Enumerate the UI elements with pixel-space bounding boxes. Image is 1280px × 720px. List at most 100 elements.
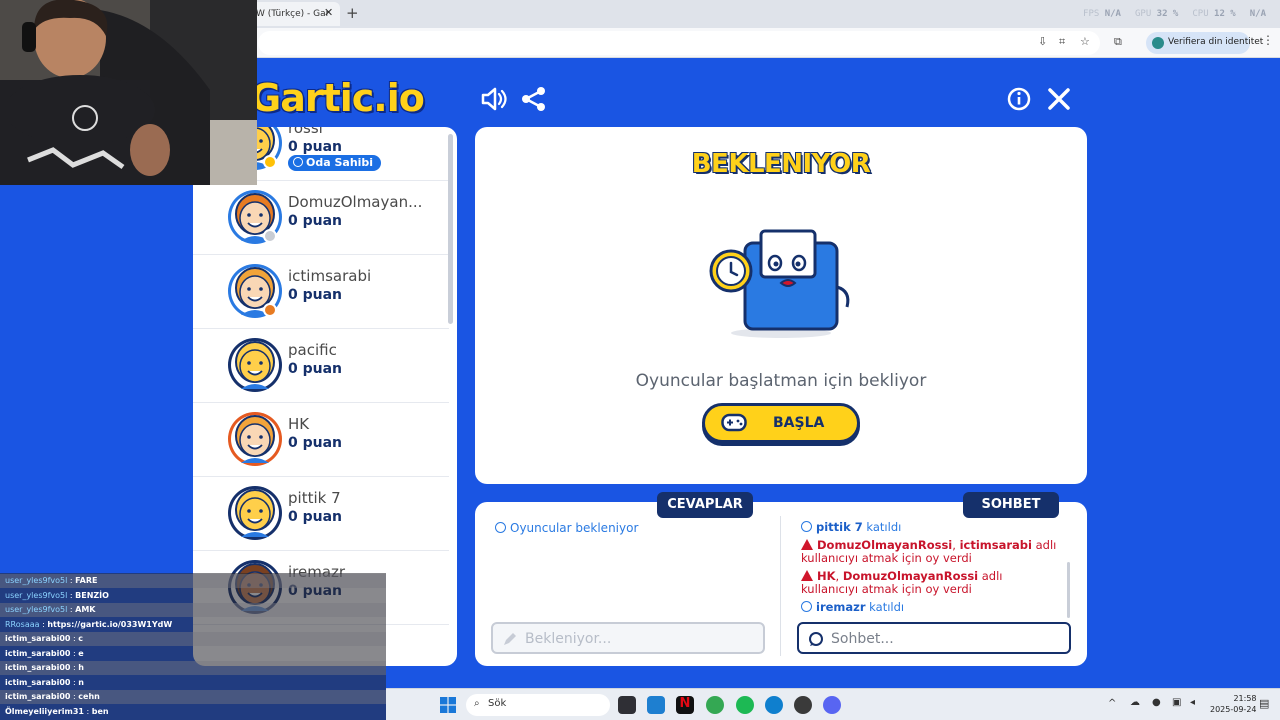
close-tab-icon[interactable]: ✕ <box>324 6 333 19</box>
discord-icon[interactable] <box>823 696 841 714</box>
network-icon[interactable]: ▣ <box>1172 697 1181 708</box>
chat-username: DomuzOlmayanRossi <box>817 538 953 552</box>
stream-chat-message: FARE <box>75 576 98 585</box>
room-owner-badge: Oda Sahibi <box>288 155 382 171</box>
streamer-webcam-image <box>0 0 257 185</box>
chat-target-username: DomuzOlmayanRossi <box>842 569 979 583</box>
player-points: 0 puan <box>288 139 343 155</box>
info-icon <box>801 521 812 532</box>
system-stat: N/A <box>1250 9 1266 19</box>
onedrive-icon[interactable]: ☁ <box>1130 697 1140 708</box>
player-row[interactable]: ictimsarabi 0 puan <box>193 255 449 329</box>
player-name: DomuzOlmayan... <box>288 193 423 211</box>
chat-scrollbar[interactable] <box>1067 562 1070 618</box>
system-stat-label: CPU <box>1192 9 1209 19</box>
answers-status-text: Oyuncular bekleniyor <box>510 521 639 535</box>
chat-message-text: katıldı <box>865 600 905 614</box>
extensions-icon[interactable]: ⧉ <box>1114 35 1122 49</box>
player-points: 0 puan <box>288 213 343 229</box>
install-app-icon[interactable]: ⇩ <box>1038 35 1047 48</box>
microphone-icon[interactable]: ● <box>1152 697 1161 708</box>
chat-messages: pittik 7 katıldı DomuzOlmayanRossi, ictim… <box>801 521 1061 619</box>
taskbar-search[interactable]: ⌕ Sök <box>466 694 610 716</box>
player-status-dot <box>263 303 277 317</box>
panel-divider <box>780 516 781 656</box>
sound-icon[interactable] <box>479 84 509 114</box>
obs-icon[interactable] <box>794 696 812 714</box>
webcam-overlay <box>0 0 257 185</box>
stream-chat-user: user_yles9fvo5l <box>5 576 68 585</box>
chat-username: pittik 7 <box>816 520 863 534</box>
system-stats-overlay: FPS N/A GPU 32 % CPU 12 % N/A <box>1083 9 1266 19</box>
stream-chat-user: ictim_sarabi00 <box>5 663 71 672</box>
taskview-icon[interactable] <box>618 696 636 714</box>
stream-chat-user: ictim_sarabi00 <box>5 634 71 643</box>
tab-chat[interactable]: SOHBET <box>963 492 1059 518</box>
player-row[interactable]: pittik 7 0 puan <box>193 477 449 551</box>
chat-username: iremazr <box>816 600 866 614</box>
system-stat-value: 12 % <box>1214 9 1236 19</box>
share-icon[interactable] <box>519 84 549 114</box>
player-points: 0 puan <box>288 435 343 451</box>
answers-status: Oyuncular bekleniyor <box>495 521 638 535</box>
verify-identity-button[interactable]: Verifiera din identitet <box>1146 32 1263 54</box>
player-row[interactable]: HK 0 puan <box>193 403 449 477</box>
player-status-dot <box>263 229 277 243</box>
player-name: pacific <box>288 341 337 359</box>
edge-icon[interactable] <box>765 696 783 714</box>
stream-chat-line: ictim_sarabi00 : cehn <box>0 690 386 704</box>
waiting-title: BEKLENIYOR <box>691 149 871 179</box>
players-scrollbar[interactable] <box>448 134 453 324</box>
stream-chat-message: c <box>78 634 84 643</box>
player-row[interactable]: DomuzOlmayan... 0 puan <box>193 181 449 255</box>
warning-icon <box>801 539 813 550</box>
translate-icon[interactable]: ⌗ <box>1059 35 1065 49</box>
store-icon[interactable] <box>647 696 665 714</box>
stream-chat-user: user_yles9fvo5l <box>5 590 68 600</box>
taskbar-clock[interactable]: 21:58 2025-09-24 <box>1210 693 1257 715</box>
netflix-icon[interactable]: N <box>676 696 694 714</box>
pencil-icon <box>504 633 516 645</box>
url-input[interactable] <box>258 31 1100 55</box>
spotify-icon[interactable] <box>736 696 754 714</box>
stream-chat-line: ictim_sarabi00 : h <box>0 661 386 675</box>
player-name: pittik 7 <box>288 489 341 507</box>
clock-time: 21:58 <box>1233 694 1257 703</box>
player-row[interactable]: pacific 0 puan <box>193 329 449 403</box>
mascot-illustration <box>709 229 850 338</box>
stream-chat-message: cehn <box>78 692 100 701</box>
close-game-icon[interactable] <box>1044 84 1074 114</box>
answers-chat-panel: CEVAPLAR SOHBET Oyuncular bekleniyor pit… <box>475 492 1087 666</box>
system-stat: FPS N/A <box>1083 9 1121 19</box>
gartic-logo: Gartic.io <box>250 76 425 120</box>
stream-chat-user: ictim_sarabi00 <box>5 648 71 658</box>
system-stat-label: FPS <box>1083 9 1100 19</box>
chat-bubble-icon <box>809 632 823 646</box>
verify-identity-label: Verifiera din identitet <box>1168 37 1264 47</box>
browser-menu-icon[interactable]: ⋮ <box>1262 33 1274 47</box>
player-points: 0 puan <box>288 287 343 303</box>
start-game-button[interactable]: BAŞLA <box>702 403 860 443</box>
chat-username: HK <box>817 569 836 583</box>
gamepad-icon <box>721 413 747 432</box>
info-icon[interactable] <box>1004 84 1034 114</box>
chat-message: pittik 7 katıldı <box>801 521 1061 534</box>
info-icon <box>495 522 506 533</box>
stream-chat-message: ben <box>91 706 109 716</box>
tab-answers[interactable]: CEVAPLAR <box>657 492 753 518</box>
chrome-icon[interactable] <box>706 696 724 714</box>
stream-chat-line: ictim_sarabi00 : n <box>5 677 84 687</box>
start-button-label: BAŞLA <box>773 415 825 431</box>
chat-message: HK, DomuzOlmayanRossi adlı kullanıcıyı a… <box>801 569 1003 596</box>
tab-title: W (Türkçe) - Gar <box>256 9 330 19</box>
notification-icon[interactable]: ▤ <box>1259 697 1269 710</box>
chat-input[interactable]: Sohbet... <box>797 622 1071 654</box>
tray-chevron-icon[interactable]: ^ <box>1108 698 1116 709</box>
search-icon: ⌕ <box>474 698 480 709</box>
answer-input[interactable]: Bekleniyor... <box>491 622 765 654</box>
stream-chat-line: RRosaaa : https://gartic.io/033W1YdW <box>5 619 173 629</box>
new-tab-icon[interactable]: + <box>346 4 359 22</box>
volume-icon[interactable]: ◂ <box>1190 697 1195 708</box>
windows-start-icon[interactable] <box>440 697 456 713</box>
bookmark-star-icon[interactable]: ☆ <box>1080 35 1090 48</box>
